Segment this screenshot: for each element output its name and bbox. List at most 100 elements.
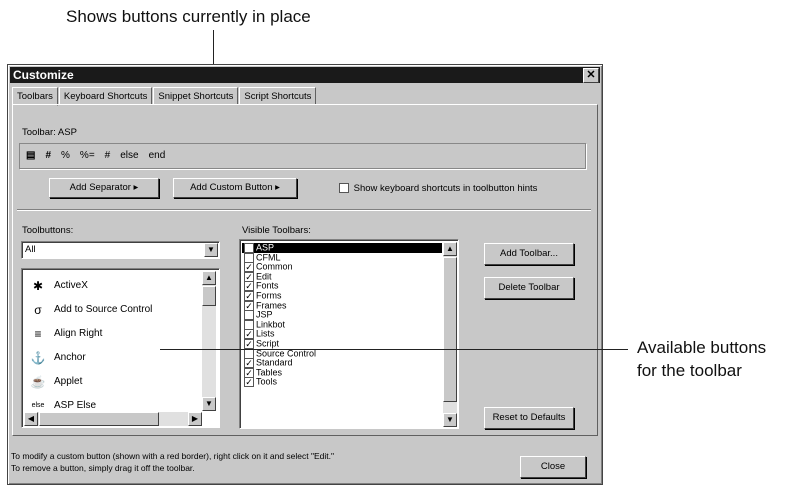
preview-toolbutton[interactable]: #: [105, 148, 111, 164]
close-button[interactable]: Close: [520, 456, 586, 478]
toolbar-name: Script: [256, 338, 280, 349]
tab-strip: Toolbars Keyboard Shortcuts Snippet Shor…: [12, 87, 317, 106]
scroll-up-icon[interactable]: ▲: [202, 271, 216, 285]
delete-toolbar-button[interactable]: Delete Toolbar: [484, 277, 574, 299]
toolbar-checkbox[interactable]: ✓: [244, 271, 254, 282]
add-toolbar-button[interactable]: Add Toolbar...: [484, 243, 574, 265]
toolbar-checkbox[interactable]: [244, 310, 254, 321]
toolbar-name: Frames: [256, 299, 287, 310]
scroll-thumb[interactable]: [202, 286, 216, 306]
preview-toolbutton[interactable]: else: [120, 148, 138, 164]
toolbar-checkbox[interactable]: ✓: [244, 338, 254, 349]
scroll-left-icon[interactable]: ◀: [24, 412, 38, 426]
scroll-thumb[interactable]: [443, 257, 457, 402]
toolbar-name: ASP: [256, 243, 275, 253]
footer-hint-2: To remove a button, simply drag it off t…: [11, 463, 195, 473]
toolbutton-list-item[interactable]: σ Add to Source Control: [24, 298, 194, 322]
toolbuttons-items: ✱ ActiveX σ Add to Source Control ≡ Align Rig…: [24, 274, 194, 409]
callout-right-2: for the toolbar: [637, 361, 742, 380]
hscroll-thumb[interactable]: [39, 412, 159, 426]
toolbutton-label: Applet: [54, 376, 83, 387]
toolbutton-list-item[interactable]: ✱ ActiveX: [24, 274, 194, 298]
toolbar-name-label: Toolbar: ASP: [22, 127, 77, 138]
title-bar: Customize ✕: [10, 67, 600, 83]
toolbar-checkbox[interactable]: ✓: [244, 300, 254, 311]
toolbar-checkbox[interactable]: [244, 252, 254, 263]
toolbar-checkbox[interactable]: [244, 348, 254, 359]
scroll-right-icon[interactable]: ▶: [188, 412, 202, 426]
toolbar-checkbox[interactable]: [244, 319, 254, 330]
toolbar-name: JSP: [256, 309, 273, 320]
visible-toolbars-list[interactable]: ASP CFML ✓ Common ✓ Edit ✓ Fonts ✓ Forms ✓ Frames JS…: [239, 239, 459, 429]
toolbar-name: Tools: [256, 376, 278, 387]
add-separator-button[interactable]: Add Separator ▸: [49, 178, 159, 198]
toolbutton-icon: ≡: [34, 327, 42, 341]
toolbutton-icon: ⚓: [30, 351, 46, 365]
preview-toolbutton[interactable]: #: [45, 148, 51, 164]
toolbutton-icon: else: [31, 402, 45, 409]
toolbar-name: Lists: [256, 328, 275, 339]
toolbar-checkbox[interactable]: ✓: [244, 377, 254, 388]
preview-toolbutton[interactable]: end: [149, 148, 166, 164]
scroll-down-icon[interactable]: ▼: [443, 413, 457, 427]
callout-right-1: Available buttons: [637, 338, 767, 357]
toolbuttons-label: Toolbuttons:: [22, 225, 74, 236]
toolbar-checkbox[interactable]: [244, 243, 254, 253]
toolbar-preview-buttons: ▤ #% %= # else end: [26, 148, 165, 164]
close-icon[interactable]: ✕: [583, 68, 599, 83]
tab-script-shortcuts[interactable]: Script Shortcuts: [239, 87, 317, 105]
preview-toolbutton[interactable]: %=: [80, 148, 95, 164]
toolbutton-label: ActiveX: [54, 280, 88, 291]
preview-toolbutton[interactable]: ▤: [26, 148, 35, 164]
reset-defaults-button[interactable]: Reset to Defaults: [484, 407, 574, 429]
preview-toolbutton[interactable]: %: [61, 148, 70, 164]
toolbutton-label: Add to Source Control: [54, 304, 153, 315]
callout-right-line: [160, 349, 628, 350]
toolbar-checkbox[interactable]: ✓: [244, 262, 254, 273]
visible-toolbars-label: Visible Toolbars:: [242, 225, 311, 236]
toolbar-checkbox[interactable]: ✓: [244, 281, 254, 292]
toolbutton-label: ASP Else: [54, 400, 97, 409]
toolbar-checkbox[interactable]: ✓: [244, 290, 254, 301]
callout-top: Shows buttons currently in place: [66, 7, 311, 26]
tab-keyboard-shortcuts[interactable]: Keyboard Shortcuts: [58, 87, 153, 105]
toolbar-name: Common: [256, 261, 293, 272]
toolbar-name: Linkbot: [256, 319, 286, 330]
visible-toolbar-item[interactable]: ✓ Common: [242, 261, 442, 273]
visible-toolbars-items: ASP CFML ✓ Common ✓ Edit ✓ Fonts ✓ Forms ✓ Frames JS…: [242, 243, 442, 427]
show-shortcuts-checkbox[interactable]: [339, 183, 349, 194]
visible-toolbars-vscrollbar[interactable]: ▲ ▼: [443, 242, 457, 427]
scroll-down-icon[interactable]: ▼: [202, 397, 216, 411]
toolbuttons-filter-value: All: [25, 244, 36, 255]
toolbuttons-vscrollbar[interactable]: ▲ ▼: [202, 271, 216, 411]
scroll-up-icon[interactable]: ▲: [443, 242, 457, 256]
toolbar-name: Edit: [256, 271, 272, 282]
add-custom-button-button[interactable]: Add Custom Button ▸: [173, 178, 297, 198]
toolbar-checkbox[interactable]: ✓: [244, 358, 254, 369]
footer-hint-1: To modify a custom button (shown with a …: [11, 451, 335, 461]
toolbutton-list-item[interactable]: ≡ Align Right: [24, 322, 194, 346]
toolbar-name: Fonts: [256, 280, 279, 291]
section-divider: [17, 209, 591, 211]
toolbuttons-hscrollbar[interactable]: ◀ ▶: [24, 412, 202, 426]
toolbar-checkbox[interactable]: ✓: [244, 329, 254, 340]
toolbutton-label: Anchor: [54, 352, 86, 363]
chevron-down-icon[interactable]: ▼: [204, 243, 218, 257]
show-shortcuts-option[interactable]: Show keyboard shortcuts in toolbutton hi…: [339, 183, 537, 194]
visible-toolbar-item[interactable]: ✓ Tools: [242, 376, 442, 388]
toolbutton-icon: ☕: [30, 375, 46, 389]
toolbar-name: CFML: [256, 251, 281, 262]
toolbuttons-list[interactable]: ✱ ActiveX σ Add to Source Control ≡ Align Rig…: [21, 268, 220, 428]
toolbutton-list-item[interactable]: ☕ Applet: [24, 370, 194, 394]
toolbutton-list-item[interactable]: else ASP Else: [24, 394, 194, 409]
toolbutton-icon: σ: [34, 303, 42, 317]
dialog-title: Customize: [13, 68, 74, 82]
toolbuttons-filter-select[interactable]: All ▼: [21, 241, 220, 259]
toolbar-name: Forms: [256, 290, 282, 301]
toolbar-name: Tables: [256, 367, 283, 378]
toolbutton-icon: ✱: [32, 279, 44, 293]
toolbar-preview: ▤ #% %= # else end: [19, 143, 586, 169]
toolbar-checkbox[interactable]: ✓: [244, 367, 254, 378]
toolbars-panel: Toolbar: ASP ▤ #% %= # else end Add Separator…: [12, 104, 598, 436]
tab-snippet-shortcuts[interactable]: Snippet Shortcuts: [153, 87, 239, 105]
